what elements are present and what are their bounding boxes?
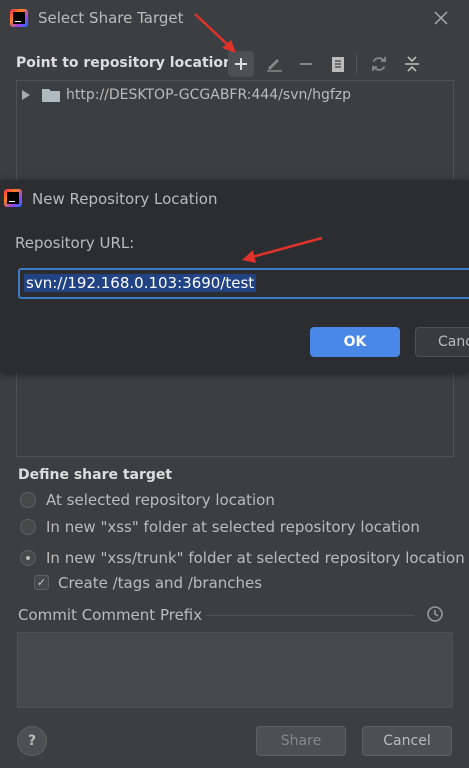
annotation-arrow-url bbox=[242, 236, 323, 263]
annotation-arrows bbox=[194, 13, 323, 263]
annotation-arrow-add bbox=[194, 13, 236, 53]
